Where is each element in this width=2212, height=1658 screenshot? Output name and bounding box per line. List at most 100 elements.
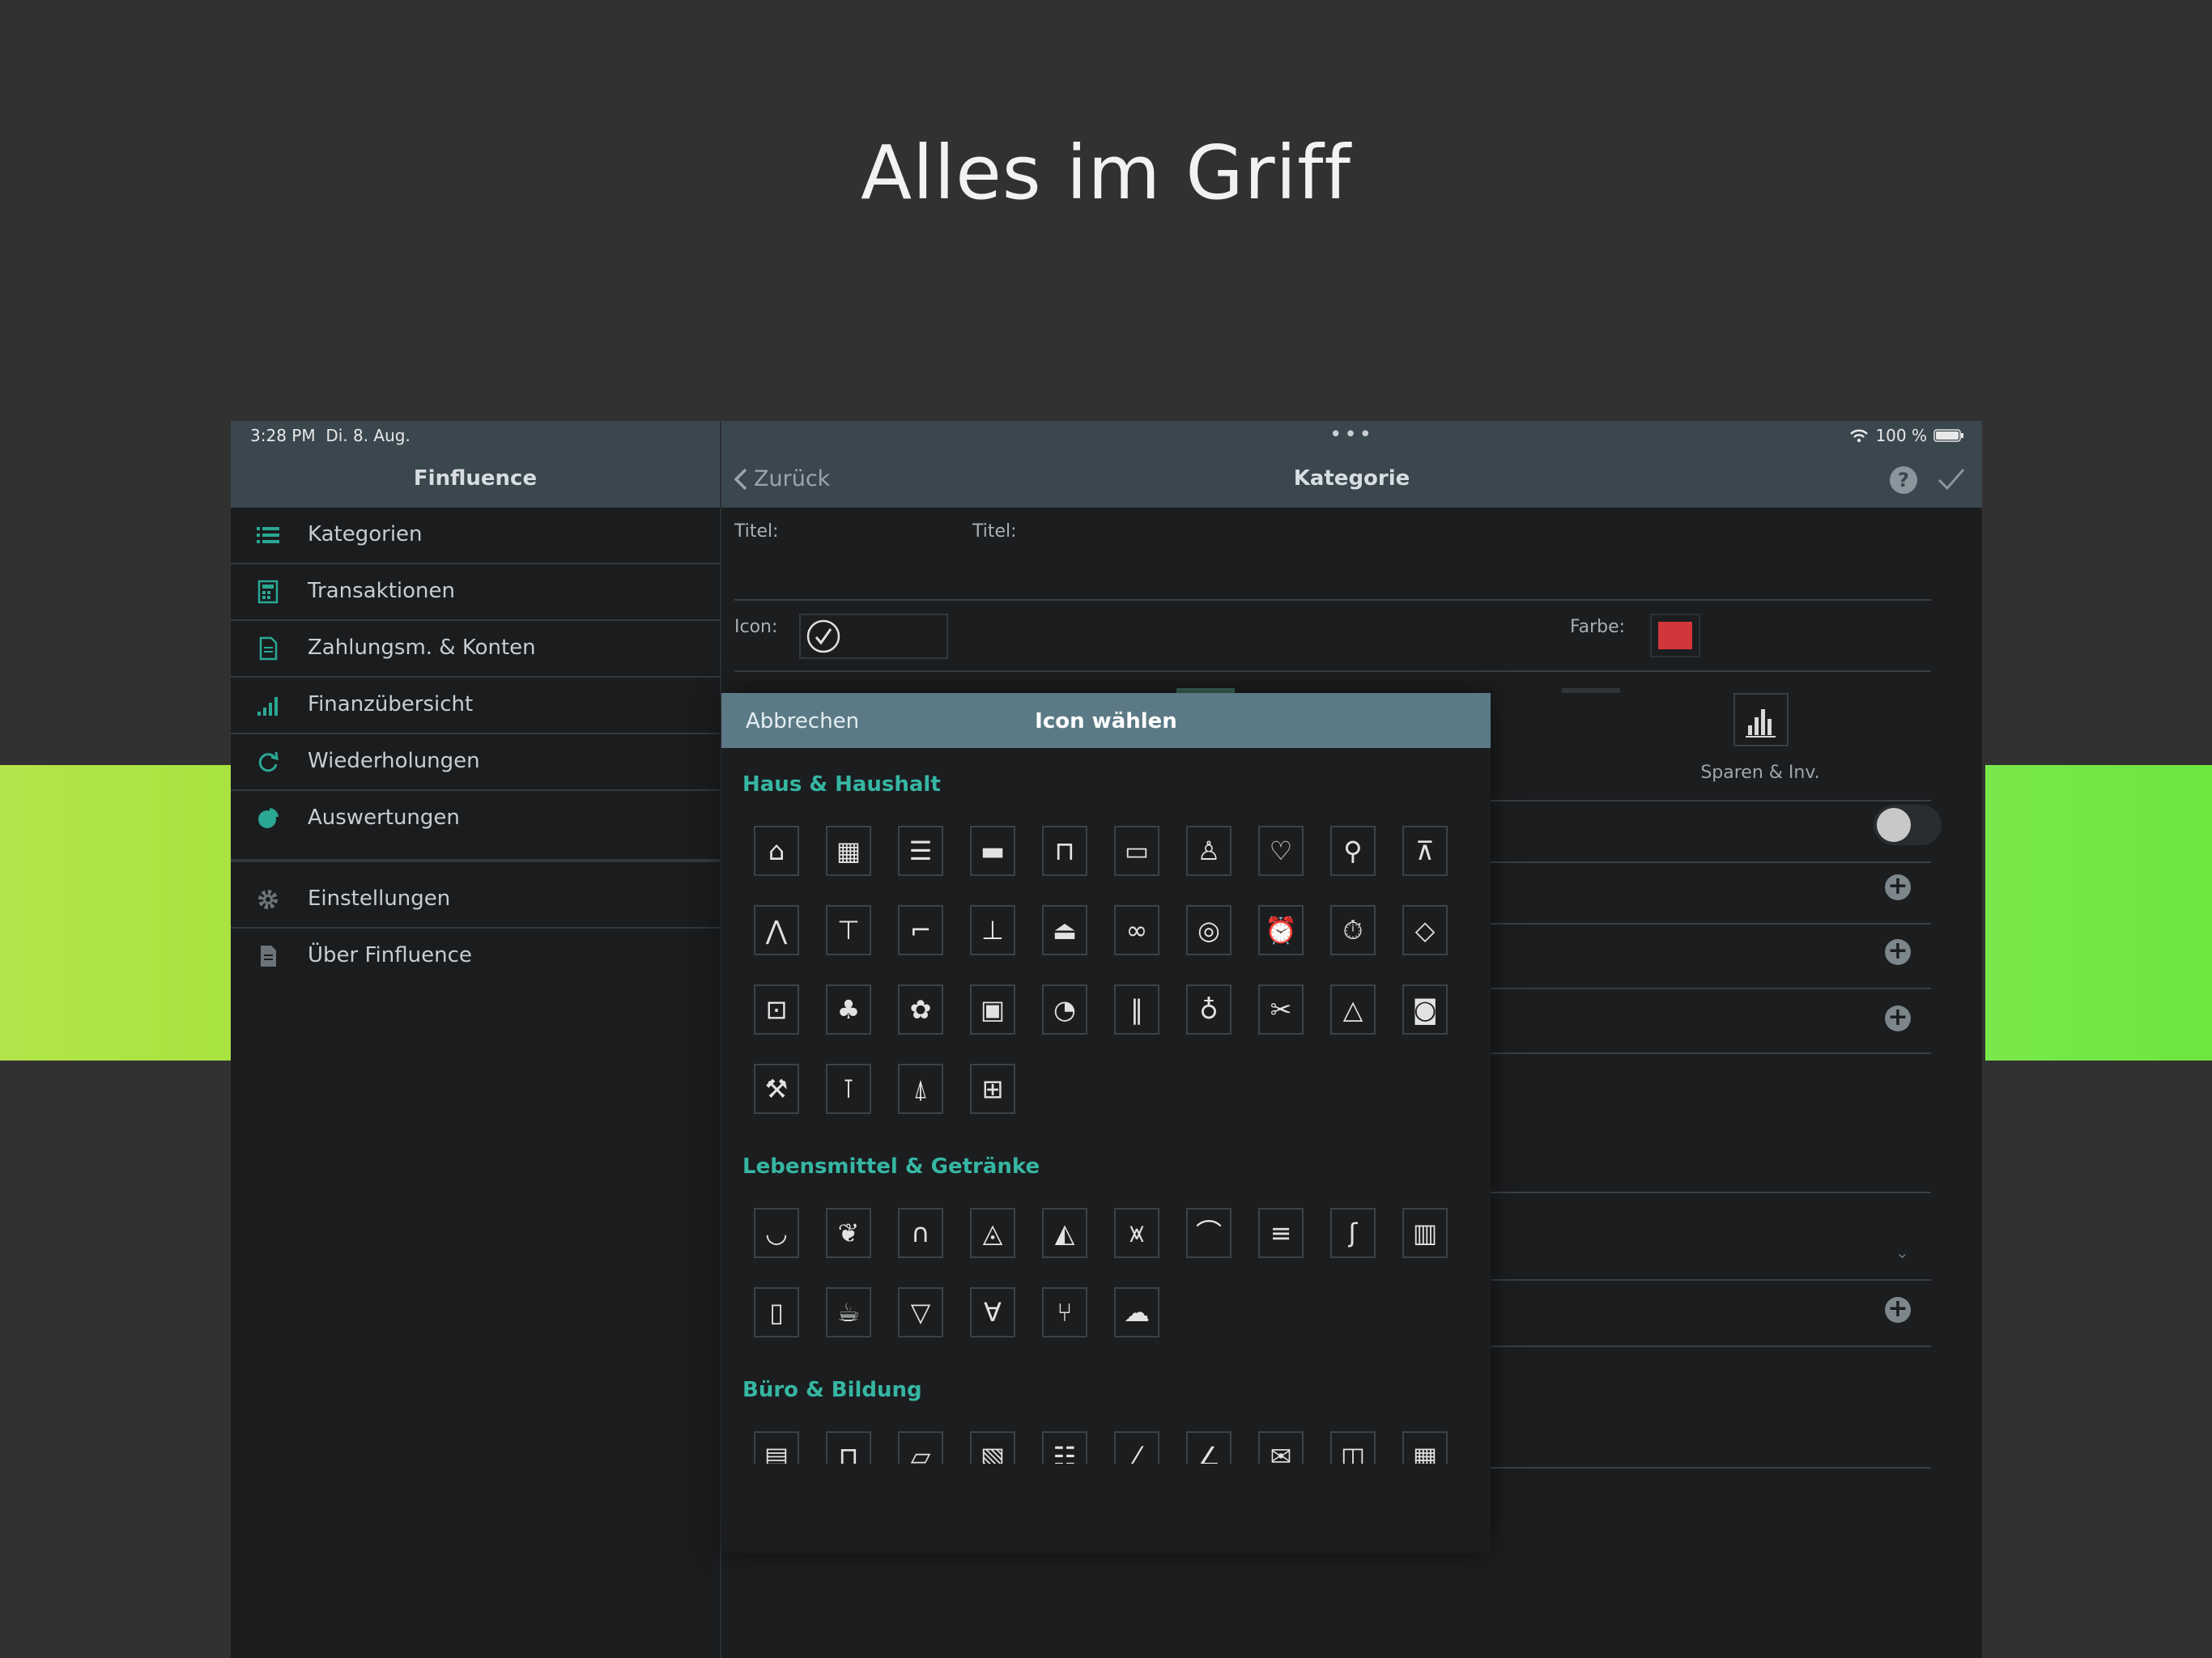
color-picker-swatch[interactable]: [1650, 614, 1700, 657]
mailbox-icon[interactable]: ◫: [1330, 1431, 1376, 1464]
status-time: 3:28 PM Di. 8. Aug.: [250, 426, 410, 445]
alarm-clock-icon[interactable]: ⏰: [1258, 905, 1304, 955]
bed-icon[interactable]: ▬: [970, 826, 1015, 876]
compass-icon[interactable]: ∠: [1186, 1431, 1231, 1464]
sidebar: 3:28 PM Di. 8. Aug. Finfluence Kategorie…: [231, 421, 721, 1658]
high-heel-icon[interactable]: ⌐: [898, 905, 943, 955]
scissors-comb-icon[interactable]: ✂: [1258, 984, 1304, 1035]
sidebar-header: 3:28 PM Di. 8. Aug. Finfluence: [231, 421, 720, 508]
section-title-haushalt: Haus & Haushalt: [742, 772, 941, 797]
category-tab-indicator-2: [1562, 688, 1620, 693]
armchair-icon[interactable]: ⊓: [1042, 826, 1087, 876]
picture-icon[interactable]: ▣: [970, 984, 1015, 1035]
cosmetics-icon[interactable]: ‖: [1114, 984, 1159, 1035]
save-check-button[interactable]: [1937, 465, 1966, 494]
title-label-text: Titel:: [972, 521, 1017, 542]
jacket-icon[interactable]: ⋀: [754, 905, 799, 955]
sidebar-item-einstellungen[interactable]: Einstellungen: [231, 872, 720, 929]
watch-icon[interactable]: ◎: [1186, 905, 1231, 955]
glasses-icon[interactable]: ∞: [1114, 905, 1159, 955]
house-icon[interactable]: ⌂: [754, 826, 799, 876]
diamond-icon[interactable]: ◇: [1402, 905, 1448, 955]
add-button[interactable]: +: [1885, 939, 1911, 965]
flower-icon[interactable]: ✿: [898, 984, 943, 1035]
title-label: Titel:: [972, 521, 1017, 542]
croissant-icon[interactable]: ⌒: [1186, 1208, 1231, 1258]
tv-icon[interactable]: ▭: [1114, 826, 1159, 876]
row-divider: [1491, 923, 1931, 925]
sidebar-item-transaktionen[interactable]: Transaktionen: [231, 564, 720, 621]
hanger-icon[interactable]: △: [1330, 984, 1376, 1035]
brush-icon[interactable]: ⍋: [898, 1064, 943, 1114]
sidebar-item-ueber[interactable]: Über Finfluence: [231, 929, 720, 984]
tshirt-icon[interactable]: ⊤: [826, 905, 871, 955]
chef-hat-icon[interactable]: ☁: [1114, 1287, 1159, 1337]
hammer-icon[interactable]: ⚒: [754, 1064, 799, 1114]
toggle-knob: [1877, 808, 1911, 842]
sidebar-item-label: Finanzübersicht: [308, 692, 474, 716]
cabinet-icon[interactable]: ☰: [898, 826, 943, 876]
handbag-icon[interactable]: ⊡: [754, 984, 799, 1035]
icon-picker-field[interactable]: [799, 614, 948, 659]
bottle-icon[interactable]: ▯: [754, 1287, 799, 1337]
savings-label: Sparen & Inv.: [1700, 763, 1820, 783]
fruit-icon[interactable]: ❦: [826, 1208, 871, 1258]
stopwatch-icon[interactable]: ⏱: [1330, 905, 1376, 955]
building-icon[interactable]: ▦: [826, 826, 871, 876]
sidebar-item-zahlungsmittel[interactable]: Zahlungsm. & Konten: [231, 621, 720, 678]
calendar-icon[interactable]: ▦: [1402, 1431, 1448, 1464]
multitasking-dots[interactable]: •••: [721, 423, 1982, 447]
add-button[interactable]: +: [1885, 1297, 1911, 1323]
briefcase-icon[interactable]: ⊓: [826, 1431, 871, 1464]
wine-glass-icon[interactable]: ∀: [970, 1287, 1015, 1337]
dress-icon[interactable]: ♙: [1186, 826, 1231, 876]
sidebar-item-kategorien[interactable]: Kategorien: [231, 508, 720, 564]
cutlery-icon[interactable]: ⑂: [1042, 1287, 1087, 1337]
shirt-icon[interactable]: ⊥: [970, 905, 1015, 955]
potted-plant-icon[interactable]: ♣: [826, 984, 871, 1035]
ipad-screen: 3:28 PM Di. 8. Aug. Finfluence Kategorie…: [231, 421, 1982, 1658]
title-input[interactable]: [794, 542, 1928, 591]
cheese-icon[interactable]: ◬: [970, 1208, 1015, 1258]
bread-icon[interactable]: ∩: [898, 1208, 943, 1258]
sidebar-item-auswertungen[interactable]: Auswertungen: [231, 791, 720, 846]
candy-cane-icon[interactable]: ʃ: [1330, 1208, 1376, 1258]
sidebar-item-finanzuebersicht[interactable]: Finanzübersicht: [231, 678, 720, 734]
sweater-icon[interactable]: ⊼: [1402, 826, 1448, 876]
title-field-underline: [734, 599, 1931, 601]
navigation-bar: ••• 100 % Zurück Kategorie ?: [721, 421, 1982, 508]
iron-icon[interactable]: ⏏: [1042, 905, 1087, 955]
washing-machine-icon[interactable]: ◙: [1402, 984, 1448, 1035]
add-button[interactable]: +: [1885, 1005, 1911, 1031]
newspaper-icon[interactable]: ▧: [970, 1431, 1015, 1464]
pizza-icon[interactable]: ◭: [1042, 1208, 1087, 1258]
banana-icon[interactable]: ◡: [754, 1208, 799, 1258]
office-building-icon[interactable]: ▤: [754, 1431, 799, 1464]
gear-icon: [258, 890, 278, 909]
fries-icon[interactable]: ⩙: [1114, 1208, 1159, 1258]
add-button[interactable]: +: [1885, 874, 1911, 900]
stroller-icon[interactable]: ⚲: [1330, 826, 1376, 876]
pie-chart-icon: [258, 808, 279, 828]
cocktail-icon[interactable]: ▽: [898, 1287, 943, 1337]
notes-icon[interactable]: ☷: [1042, 1431, 1087, 1464]
sidebar-item-label: Wiederholungen: [308, 749, 480, 773]
sidebar-item-wiederholungen[interactable]: Wiederholungen: [231, 734, 720, 791]
row-divider: [1491, 800, 1931, 801]
savings-chart-icon[interactable]: [1733, 693, 1789, 746]
coffee-cup-icon[interactable]: ☕: [826, 1287, 871, 1337]
beer-icon[interactable]: ▥: [1402, 1208, 1448, 1258]
battery-icon: [1933, 429, 1963, 442]
tool-icon[interactable]: ⊺: [826, 1064, 871, 1114]
chevron-down-icon[interactable]: ⌄: [1895, 1243, 1909, 1262]
onesie-icon[interactable]: ♡: [1258, 826, 1304, 876]
perfume-icon[interactable]: ♁: [1186, 984, 1231, 1035]
toilet-paper-icon[interactable]: ◔: [1042, 984, 1087, 1035]
help-button[interactable]: ?: [1890, 466, 1917, 494]
envelope-icon[interactable]: ✉: [1258, 1431, 1304, 1464]
cake-icon[interactable]: ≡: [1258, 1208, 1304, 1258]
folder-icon[interactable]: ▱: [898, 1431, 943, 1464]
toggle-switch[interactable]: [1874, 805, 1942, 845]
barrier-icon[interactable]: ⊞: [970, 1064, 1015, 1114]
pen-icon[interactable]: ⁄: [1114, 1431, 1159, 1464]
